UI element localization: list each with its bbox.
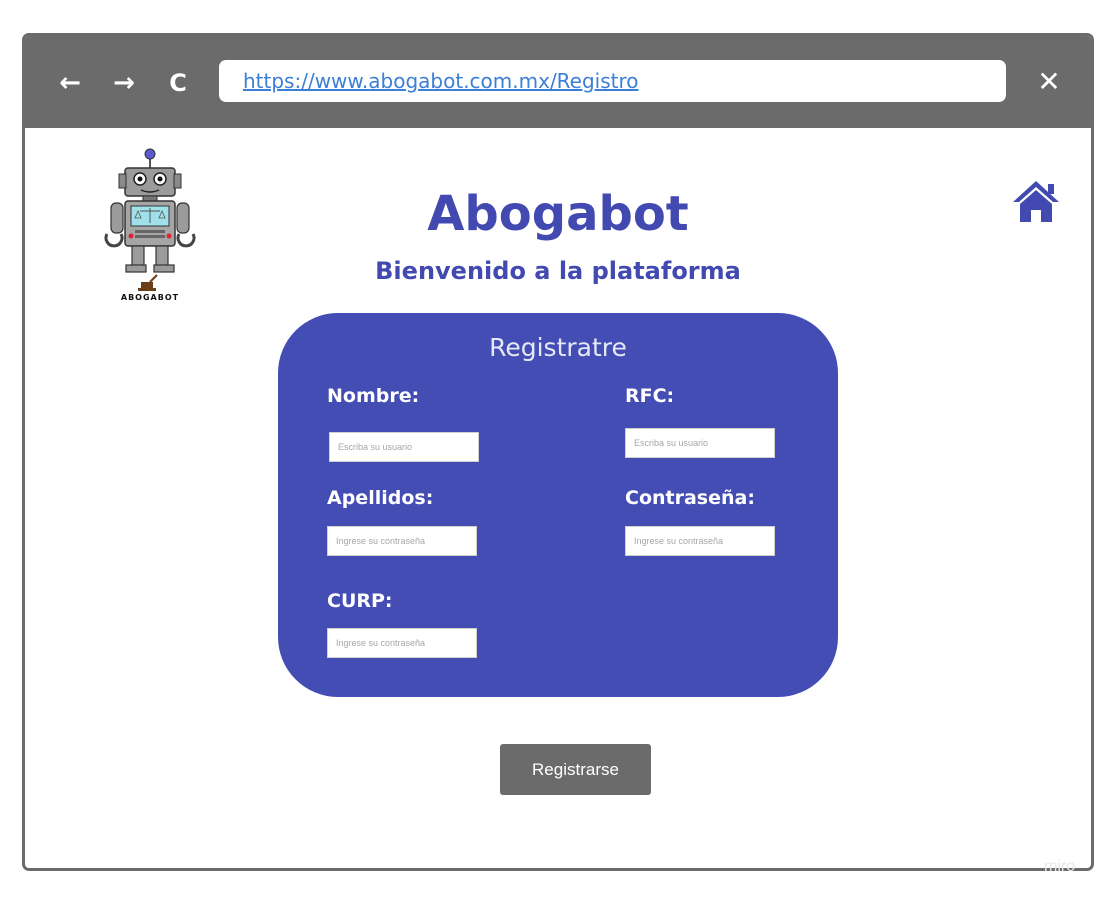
watermark: miro [1044,858,1076,875]
contrasena-label: Contraseña: [625,487,755,509]
registration-form: Registratre Nombre: RFC: Apellidos: Cont… [278,313,838,697]
page-title: Abogabot [427,186,689,242]
svg-text:ABOGABOT: ABOGABOT [121,293,179,302]
register-button[interactable]: Registrarse [500,744,651,795]
apellidos-input[interactable] [327,526,477,556]
rfc-label: RFC: [625,385,675,407]
browser-window: ← → C https://www.abogabot.com.mx/Regist… [22,33,1094,871]
arrow-right-icon[interactable]: → [109,68,139,98]
form-title: Registratre [489,333,627,362]
rfc-input[interactable] [625,428,775,458]
nombre-label: Nombre: [327,385,420,407]
url-link[interactable]: https://www.abogabot.com.mx/Registro [243,69,639,93]
address-bar[interactable]: https://www.abogabot.com.mx/Registro [219,60,1006,102]
page-content: ABOGABOT Abogabot Bienvenido a la plataf… [25,128,1091,868]
home-icon[interactable] [1010,178,1062,224]
curp-input[interactable] [327,628,477,658]
arrow-left-icon[interactable]: ← [55,68,85,98]
page-subtitle: Bienvenido a la plataforma [375,257,741,285]
apellidos-label: Apellidos: [327,487,434,509]
curp-label: CURP: [327,590,393,612]
contrasena-input[interactable] [625,526,775,556]
browser-toolbar: ← → C https://www.abogabot.com.mx/Regist… [25,36,1091,128]
nombre-input[interactable] [329,432,479,462]
close-icon[interactable]: ✕ [1033,64,1065,100]
reload-icon[interactable]: C [163,68,193,98]
